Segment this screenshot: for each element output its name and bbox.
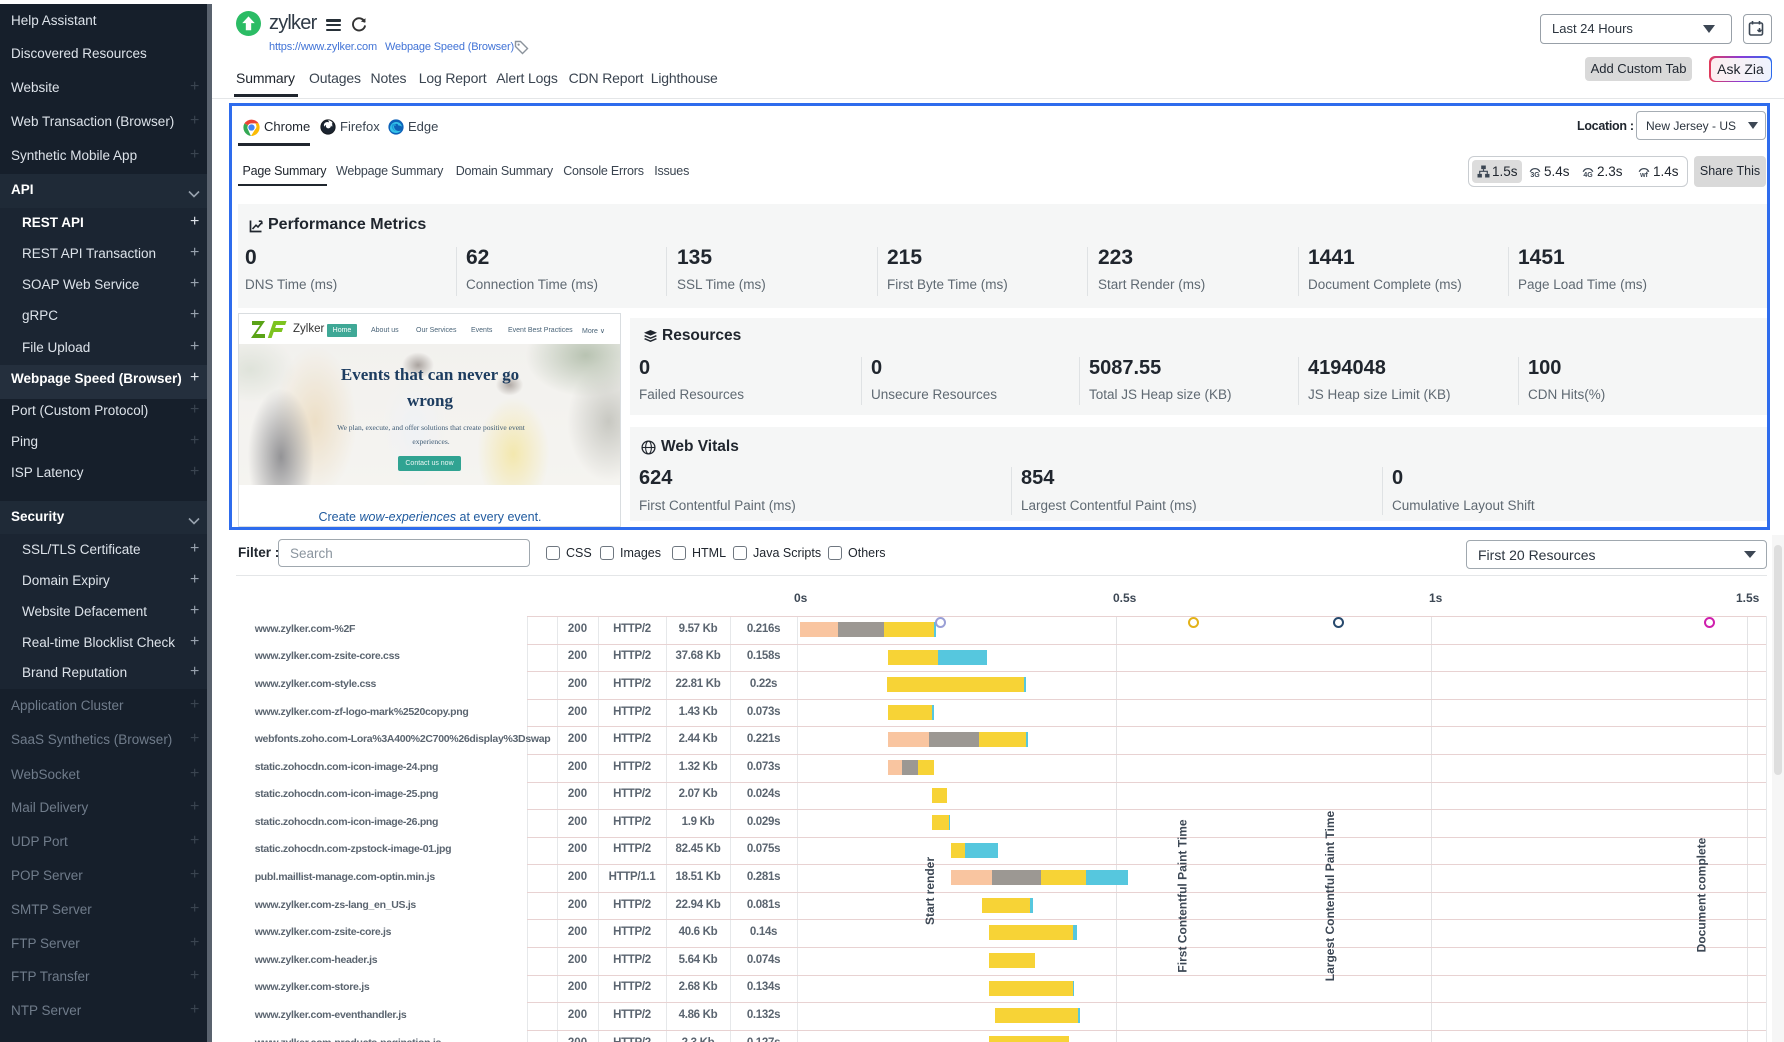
svg-text:3G: 3G xyxy=(1530,172,1540,178)
svg-text:4G: 4G xyxy=(1583,172,1593,178)
svg-text:wf: wf xyxy=(1639,172,1648,178)
